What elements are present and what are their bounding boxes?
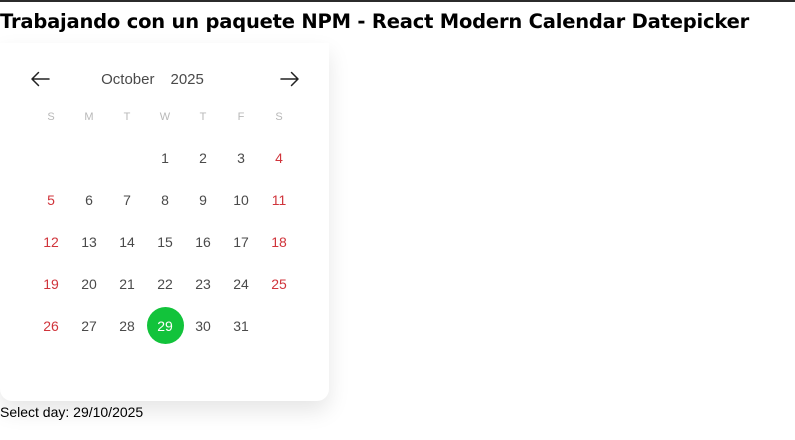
day-number: 9	[199, 192, 207, 208]
day-number: 25	[271, 276, 287, 292]
day-number: 21	[119, 276, 135, 292]
day-number: 8	[161, 192, 169, 208]
empty-day-cell	[32, 137, 70, 179]
day-cell[interactable]: 25	[260, 263, 298, 305]
weekday-label: T	[123, 111, 131, 123]
arrow-left-icon	[31, 71, 50, 87]
empty-day-cell	[70, 137, 108, 179]
day-cell[interactable]: 18	[260, 221, 298, 263]
day-number: 24	[233, 276, 249, 292]
day-number: 15	[157, 234, 173, 250]
day-cell[interactable]: 28	[108, 305, 146, 347]
day-cell[interactable]: 10	[222, 179, 260, 221]
day-cell[interactable]: 15	[146, 221, 184, 263]
day-cell[interactable]: 14	[108, 221, 146, 263]
day-cell[interactable]: 21	[108, 263, 146, 305]
day-cell[interactable]: 26	[32, 305, 70, 347]
day-cell[interactable]: 2	[184, 137, 222, 179]
day-number: 29	[157, 318, 173, 334]
day-number: 27	[81, 318, 97, 334]
day-cell[interactable]: 5	[32, 179, 70, 221]
day-cell[interactable]: 17	[222, 221, 260, 263]
next-month-button[interactable]	[270, 63, 310, 95]
arrow-right-icon	[280, 71, 299, 87]
page-title: Trabajando con un paquete NPM - React Mo…	[0, 10, 750, 33]
day-cell[interactable]: 8	[146, 179, 184, 221]
day-cell[interactable]: 12	[32, 221, 70, 263]
day-cell[interactable]: 27	[70, 305, 108, 347]
day-number: 6	[85, 192, 93, 208]
day-cell[interactable]: 9	[184, 179, 222, 221]
month-selector[interactable]: October	[101, 71, 154, 88]
day-number: 19	[43, 276, 59, 292]
day-cell[interactable]: 4	[260, 137, 298, 179]
day-number: 7	[123, 192, 131, 208]
day-cell[interactable]: 7	[108, 179, 146, 221]
day-number: 10	[233, 192, 249, 208]
day-cell[interactable]: 6	[70, 179, 108, 221]
day-cell[interactable]: 11	[260, 179, 298, 221]
day-cell[interactable]: 19	[32, 263, 70, 305]
empty-day-cell	[108, 137, 146, 179]
weekday-label: W	[159, 111, 171, 123]
day-number: 12	[43, 234, 59, 250]
weekday-label: S	[47, 111, 55, 123]
day-cell[interactable]: 31	[222, 305, 260, 347]
day-number: 28	[119, 318, 135, 334]
day-number: 22	[157, 276, 173, 292]
calendar-header: October 2025	[0, 63, 329, 95]
day-number: 1	[161, 150, 169, 166]
day-number: 11	[271, 192, 287, 208]
weekday-label: S	[275, 111, 283, 123]
weekday-label: M	[84, 111, 94, 123]
weekday-label: F	[237, 111, 245, 123]
day-number: 16	[195, 234, 211, 250]
day-number: 13	[81, 234, 97, 250]
day-cell[interactable]: 20	[70, 263, 108, 305]
day-number: 18	[271, 234, 287, 250]
selected-day-text: Select day: 29/10/2025	[0, 404, 144, 420]
days-grid: 1 2 3 4 5 6 7 8 9 10 11 12 13 14 15 16 17 18 19 20 21 22 23 24 2…	[32, 137, 298, 347]
top-border	[0, 0, 795, 2]
calendar: October 2025 SMTWTFS 1 2 3 4 5 6 7 8 9 10 11 12 13 14…	[0, 43, 329, 401]
day-cell[interactable]: 24	[222, 263, 260, 305]
day-cell[interactable]: 23	[184, 263, 222, 305]
year-selector[interactable]: 2025	[170, 71, 203, 88]
day-number: 5	[47, 192, 55, 208]
day-number: 14	[119, 234, 135, 250]
day-number: 17	[233, 234, 249, 250]
day-number: 3	[237, 150, 245, 166]
day-number: 30	[195, 318, 211, 334]
day-cell[interactable]: 22	[146, 263, 184, 305]
day-number: 23	[195, 276, 211, 292]
day-number: 2	[199, 150, 207, 166]
empty-day-cell	[260, 305, 298, 347]
weekday-header-row: SMTWTFS	[32, 109, 298, 125]
day-number: 20	[81, 276, 97, 292]
day-cell[interactable]: 16	[184, 221, 222, 263]
day-cell[interactable]: 3	[222, 137, 260, 179]
day-cell[interactable]: 13	[70, 221, 108, 263]
day-cell-selected[interactable]: 29	[146, 305, 184, 347]
day-number: 31	[233, 318, 249, 334]
day-number: 26	[43, 318, 59, 334]
day-cell[interactable]: 1	[146, 137, 184, 179]
previous-month-button[interactable]	[20, 63, 60, 95]
day-number: 4	[275, 150, 283, 166]
weekday-label: T	[199, 111, 207, 123]
day-cell[interactable]: 30	[184, 305, 222, 347]
